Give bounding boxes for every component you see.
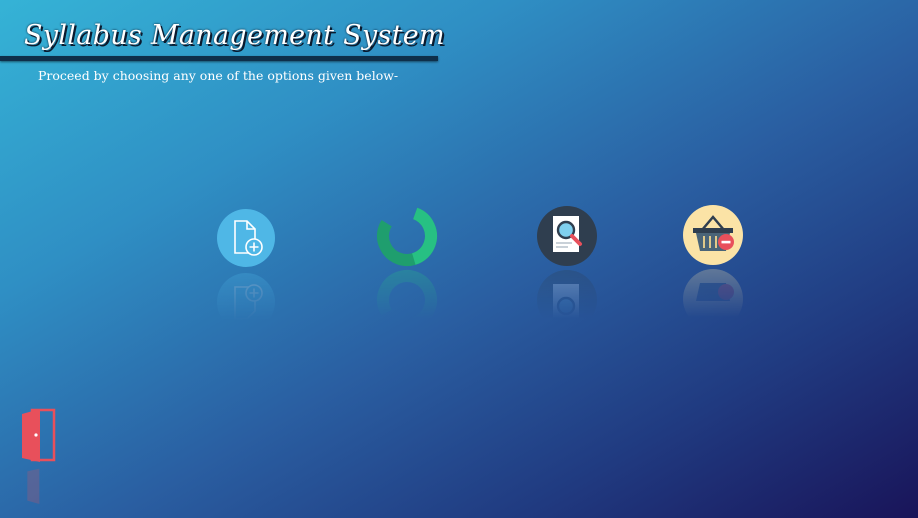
page-title: Syllabus Management System [24,20,445,51]
add-syllabus-reflection [215,271,277,333]
search-syllabus-reflection [536,269,598,331]
delete-syllabus-button[interactable] [682,204,744,266]
search-syllabus-button[interactable] [536,205,598,267]
delete-syllabus-reflection [682,268,744,330]
title-underline [0,56,438,61]
exit-button[interactable] [18,406,58,466]
add-document-icon [217,209,275,267]
refresh-update-icon [377,206,437,266]
exit-reflection [18,466,58,506]
update-syllabus-reflection [376,269,438,331]
add-syllabus-button[interactable] [215,207,277,269]
search-document-icon [537,206,597,266]
instruction-text: Proceed by choosing any one of the optio… [38,68,399,83]
remove-basket-icon [683,205,743,265]
exit-door-icon [22,408,56,462]
update-syllabus-button[interactable] [376,205,438,267]
